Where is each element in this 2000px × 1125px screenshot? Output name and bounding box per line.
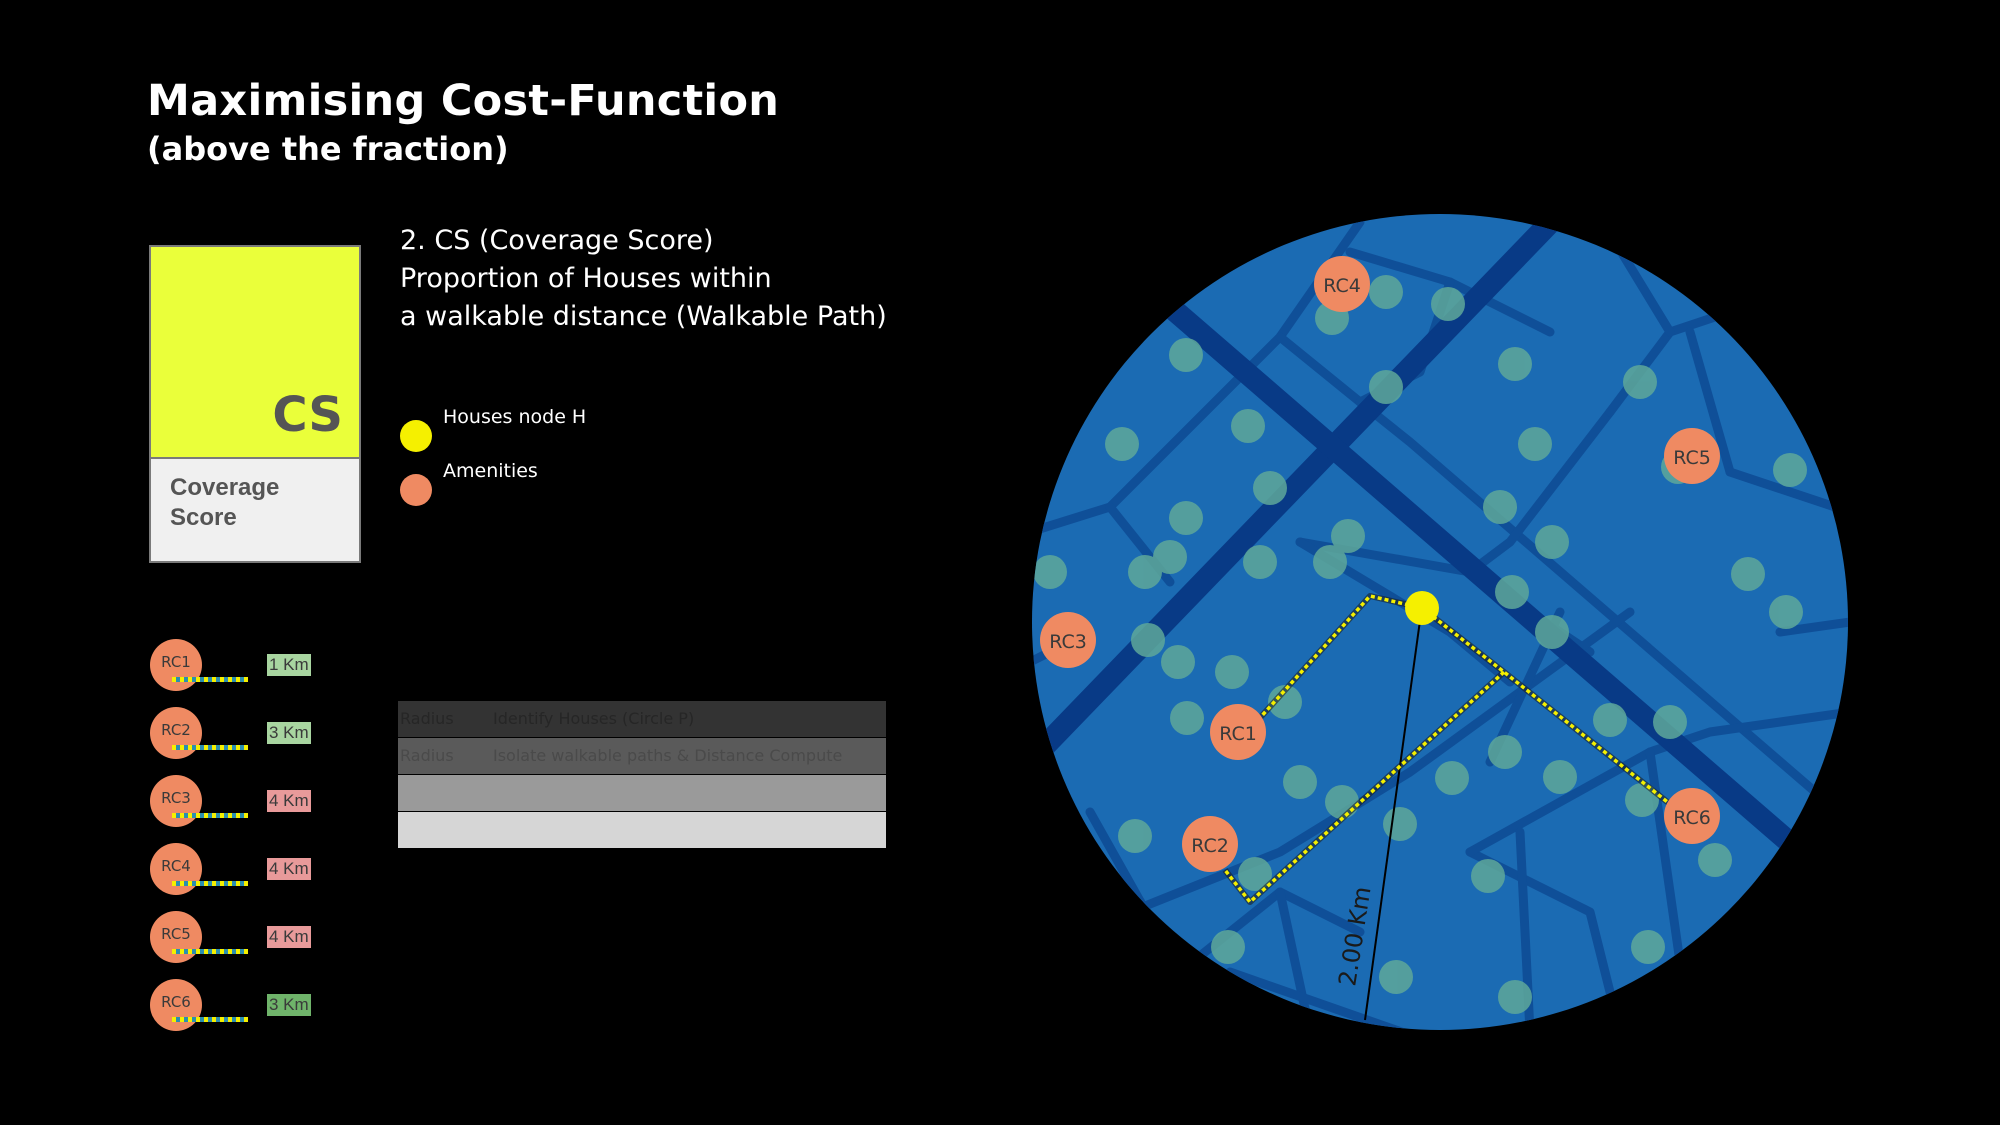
map-amenity-rc3: RC3 xyxy=(1040,612,1096,668)
amenity-badge: RC3 xyxy=(150,775,202,827)
walk-path-icon xyxy=(172,949,248,954)
house-node-icon xyxy=(400,420,432,452)
walk-path-icon xyxy=(172,745,248,750)
amenity-distance: 4 Km xyxy=(267,858,311,880)
amenity-distance: 4 Km xyxy=(267,790,311,812)
walk-path-icon xyxy=(172,881,248,886)
faded-steps-table: Radius Identify Houses (Circle P) Radius… xyxy=(398,701,886,848)
amenity-distance: 1 Km xyxy=(267,654,311,676)
table-cell: Radius xyxy=(400,709,454,728)
map-amenity-label: RC3 xyxy=(1049,631,1087,653)
page-subtitle: (above the fraction) xyxy=(147,130,509,168)
amenity-distance: 3 Km xyxy=(267,722,311,744)
description-line-2: Proportion of Houses within xyxy=(400,263,772,294)
table-cell: Identify Houses (Circle P) xyxy=(493,709,695,728)
amenity-row-rc5: RC5 4 Km xyxy=(150,911,330,965)
amenity-icon xyxy=(400,474,432,506)
amenity-badge: RC4 xyxy=(150,843,202,895)
walk-path-icon xyxy=(172,1017,248,1022)
table-row: Radius Isolate walkable paths & Distance… xyxy=(398,738,886,774)
coverage-score-abbr: CS xyxy=(272,387,343,443)
amenity-row-rc4: RC4 4 Km xyxy=(150,843,330,897)
walk-path-icon xyxy=(172,677,248,682)
description: 2. CS (Coverage Score) Proportion of Hou… xyxy=(400,222,887,336)
amenity-row-rc6: RC6 3 Km xyxy=(150,979,330,1033)
coverage-score-label: Coverage Score xyxy=(170,474,280,531)
map-amenity-label: RC4 xyxy=(1323,275,1361,297)
table-row xyxy=(398,812,886,848)
table-cell: Radius xyxy=(400,746,454,765)
description-line-3: a walkable distance (Walkable Path) xyxy=(400,301,887,332)
map-amenity-rc5: RC5 xyxy=(1664,428,1720,484)
page-title: Maximising Cost-Function xyxy=(147,76,780,126)
amenity-distance: 4 Km xyxy=(267,926,311,948)
amenity-row-rc2: RC2 3 Km xyxy=(150,707,330,761)
table-cell: Isolate walkable paths & Distance Comput… xyxy=(493,746,843,765)
map-amenity-rc4: RC4 xyxy=(1314,256,1370,312)
coverage-score-card: CS Coverage Score xyxy=(149,245,361,563)
map-amenity-rc1: RC1 xyxy=(1210,704,1266,760)
walk-path-icon xyxy=(172,813,248,818)
map-amenity-rc2: RC2 xyxy=(1182,816,1238,872)
legend-label-amenities: Amenities xyxy=(443,460,538,482)
walkable-path-map: 2.00 Km RC4 RC5 RC3 RC1 RC2 RC6 xyxy=(1032,214,1848,1030)
legend-label-houses: Houses node H xyxy=(443,406,587,428)
amenity-badge: RC2 xyxy=(150,707,202,759)
amenity-badge: RC5 xyxy=(150,911,202,963)
amenity-row-rc1: RC1 1 Km xyxy=(150,639,330,693)
map-amenity-label: RC1 xyxy=(1219,723,1257,745)
amenity-badge: RC1 xyxy=(150,639,202,691)
description-line-1: 2. CS (Coverage Score) xyxy=(400,225,714,256)
map-amenity-label: RC6 xyxy=(1673,807,1711,829)
table-row xyxy=(398,775,886,811)
map-amenity-label: RC5 xyxy=(1673,447,1711,469)
map-amenity-label: RC2 xyxy=(1191,835,1229,857)
coverage-score-card-top: CS xyxy=(151,247,359,457)
amenity-badge: RC6 xyxy=(150,979,202,1031)
table-row: Radius Identify Houses (Circle P) xyxy=(398,701,886,737)
map-amenity-rc6: RC6 xyxy=(1664,788,1720,844)
amenity-distance: 3 Km xyxy=(267,994,311,1016)
coverage-score-card-bottom: Coverage Score xyxy=(151,457,359,561)
house-node-origin xyxy=(1405,591,1439,625)
amenity-row-rc3: RC3 4 Km xyxy=(150,775,330,829)
